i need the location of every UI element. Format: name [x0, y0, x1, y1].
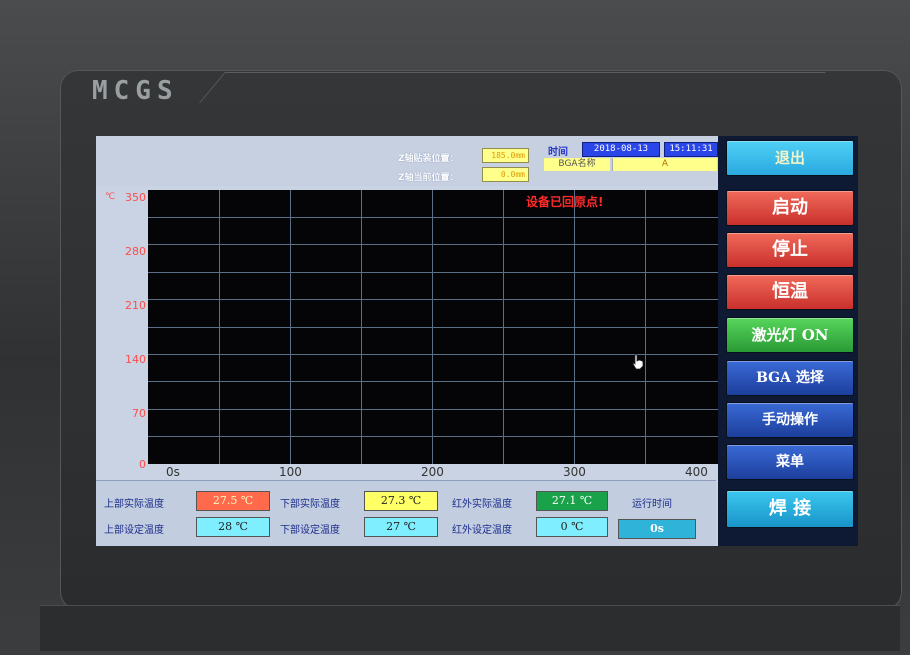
- bga-select-button[interactable]: BGA 选择: [726, 360, 854, 396]
- time-label: 时间: [548, 147, 568, 158]
- exit-button[interactable]: 退出: [726, 140, 854, 176]
- hand-pointer-icon: [632, 354, 644, 370]
- brand-logo: MCGS: [92, 76, 179, 106]
- stop-button[interactable]: 停止: [726, 232, 854, 268]
- runtime-label: 运行时间: [632, 499, 672, 510]
- grid-line-h: [148, 244, 718, 245]
- hmi-screen: Z轴贴装位置： 185.0mm Z轴当前位置： 0.0mm 时间 2018-08…: [96, 136, 858, 546]
- z-mount-label: Z轴贴装位置：: [398, 154, 459, 164]
- y-unit-label: ℃: [105, 192, 116, 202]
- lower-set-temp-label: 下部设定温度: [280, 525, 340, 536]
- grid-line-h: [148, 381, 718, 382]
- start-button[interactable]: 启动: [726, 190, 854, 226]
- x-tick-400: 400: [685, 465, 708, 479]
- grid-line-h: [148, 217, 718, 218]
- runtime-value: 0s: [618, 519, 696, 539]
- x-tick-100: 100: [279, 465, 302, 479]
- grid-line-h: [148, 327, 718, 328]
- bezel-bottom: [40, 605, 900, 651]
- upper-set-temp-label: 上部设定温度: [104, 525, 164, 536]
- x-tick-300: 300: [563, 465, 586, 479]
- y-tick-0: 0: [139, 458, 146, 471]
- temperature-chart: [148, 190, 718, 464]
- date-display: 2018-08-13: [582, 142, 660, 157]
- ir-set-temp-input[interactable]: 0 ℃: [536, 517, 608, 537]
- grid-line-h: [148, 272, 718, 273]
- upper-set-temp-input[interactable]: 28 ℃: [196, 517, 270, 537]
- grid-line-h: [148, 409, 718, 410]
- grid-line-h: [148, 436, 718, 437]
- upper-actual-temp-value: 27.5 ℃: [196, 491, 270, 511]
- menu-button[interactable]: 菜单: [726, 444, 854, 480]
- ir-actual-temp-label: 红外实际温度: [452, 499, 512, 510]
- laser-toggle-button[interactable]: 激光灯 ON: [726, 317, 854, 353]
- ir-set-temp-label: 红外设定温度: [452, 525, 512, 536]
- time-display: 15:11:31: [664, 142, 718, 157]
- lower-set-temp-input[interactable]: 27 ℃: [364, 517, 438, 537]
- x-tick-0: 0s: [166, 465, 180, 479]
- z-current-value: 0.0mm: [482, 167, 529, 182]
- control-sidebar: 退出 启动 停止 恒温 激光灯 ON BGA 选择 手动操作 菜单 焊 接: [718, 136, 858, 546]
- bezel-decor-line: [198, 72, 826, 103]
- bga-name-value: A: [612, 158, 717, 171]
- status-message: 设备已回原点!: [526, 195, 604, 209]
- y-tick-350: 350: [125, 191, 146, 204]
- upper-actual-temp-label: 上部实际温度: [104, 499, 164, 510]
- grid-line-h: [148, 299, 718, 300]
- z-current-label: Z轴当前位置：: [398, 173, 459, 183]
- lower-actual-temp-value: 27.3 ℃: [364, 491, 438, 511]
- status-panel: 上部实际温度 27.5 ℃ 下部实际温度 27.3 ℃ 红外实际温度 27.1 …: [96, 480, 716, 546]
- lower-actual-temp-label: 下部实际温度: [280, 499, 340, 510]
- bga-name-label: BGA名称: [544, 158, 610, 171]
- top-info-bar: Z轴贴装位置： 185.0mm Z轴当前位置： 0.0mm 时间 2018-08…: [96, 136, 718, 186]
- constant-temp-button[interactable]: 恒温: [726, 274, 854, 310]
- weld-button[interactable]: 焊 接: [726, 490, 854, 528]
- y-tick-210: 210: [125, 299, 146, 312]
- manual-operation-button[interactable]: 手动操作: [726, 402, 854, 438]
- y-tick-70: 70: [132, 407, 146, 420]
- z-mount-value[interactable]: 185.0mm: [482, 148, 529, 163]
- y-tick-280: 280: [125, 245, 146, 258]
- y-tick-140: 140: [125, 353, 146, 366]
- ir-actual-temp-value: 27.1 ℃: [536, 491, 608, 511]
- x-tick-200: 200: [421, 465, 444, 479]
